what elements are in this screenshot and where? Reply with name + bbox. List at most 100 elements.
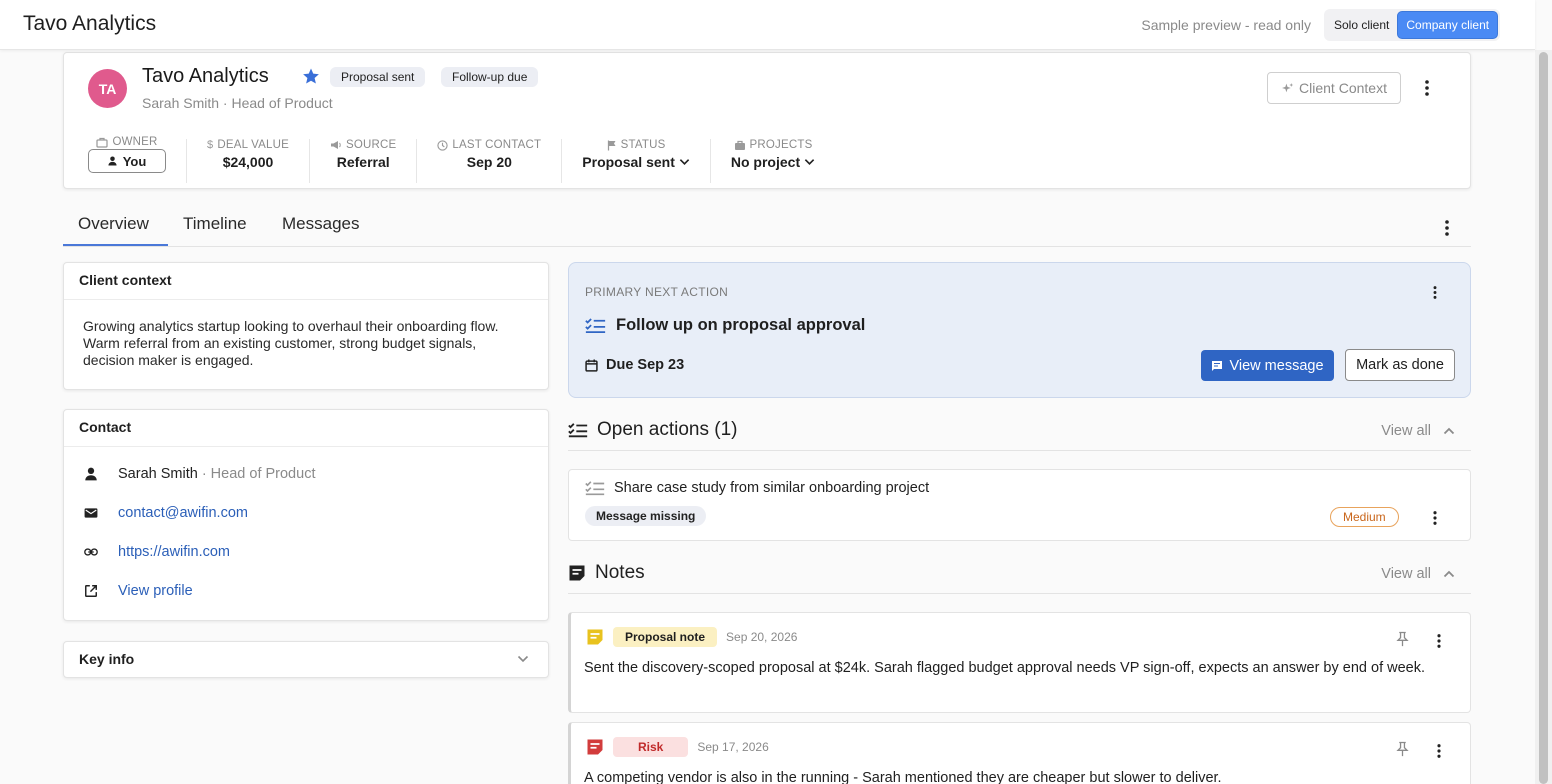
note-icon [586,738,604,756]
company-client-option[interactable]: Company client [1397,11,1499,39]
projects-dropdown[interactable]: No project [731,154,815,170]
view-profile-link[interactable]: View profile [118,583,193,599]
stat-last-contact: Last contact Sep 20 [417,139,563,183]
status-value: Proposal sent [582,154,675,170]
checklist-icon [585,317,606,334]
tab-overview[interactable]: Overview [78,214,149,234]
note-tag: Proposal note [613,627,718,647]
note-head: Proposal note Sep 20, 2026 [586,627,797,647]
tab-messages[interactable]: Messages [282,214,359,234]
stat-owner: Owner You [88,136,187,183]
note-more-icon[interactable] [1429,629,1449,653]
client-context-text: Growing analytics startup looking to ove… [83,318,499,368]
person-icon [84,467,98,481]
preview-mode-text: Sample preview - read only [1141,17,1311,33]
owner-value: You [122,153,147,169]
flag-icon [607,140,617,151]
notes-header: Notes View all [568,556,1471,594]
status-chip-proposal-sent: Proposal sent [330,67,426,87]
star-icon[interactable] [302,67,320,85]
pin-icon[interactable] [1396,631,1409,647]
client-stats: Owner You $ Deal value $24,000 Source Re… [88,136,835,183]
megaphone-icon [330,140,342,150]
open-actions-view-all[interactable]: View all [1381,423,1431,439]
key-info-card[interactable]: Key info [63,641,549,678]
note-date: Sep 20, 2026 [726,630,798,644]
mail-icon [84,507,98,519]
due-date: Due Sep 23 [606,357,685,373]
header-more-icon[interactable] [1417,76,1437,100]
primary-next-action-card: PRIMARY NEXT ACTION Follow up on proposa… [568,262,1471,398]
open-actions-view-all-row: View all [1381,423,1455,439]
checklist-icon [568,422,588,438]
pin-icon[interactable] [1396,741,1409,757]
chevron-down-icon [804,158,815,166]
contact-name-row: Sarah Smith · Head of Product [84,466,315,482]
note-card[interactable]: Proposal note Sep 20, 2026 Sent the disc… [568,612,1471,713]
stat-deal-value-label: Deal value [217,139,289,151]
note-text: A competing vendor is also in the runnin… [584,770,1222,784]
chevron-up-icon[interactable] [1443,570,1455,578]
chevron-up-icon[interactable] [1443,427,1455,435]
contact-name: Sarah Smith [118,466,198,482]
tabs-more-icon[interactable] [1437,216,1457,240]
open-actions-title: Open actions (1) [597,419,738,440]
priority-badge: Medium [1330,507,1399,527]
link-icon [84,547,98,557]
message-icon [1211,360,1223,372]
next-action-overline: PRIMARY NEXT ACTION [585,285,729,299]
client-context-button[interactable]: Client Context [1267,72,1401,104]
chevron-down-icon[interactable] [517,655,529,663]
dollar-icon: $ [207,139,214,151]
client-context-label: Client Context [1299,80,1387,96]
stat-source: Source Referral [310,139,418,183]
open-actions-title-row: Open actions (1) [568,419,737,441]
client-header-card: TA Tavo Analytics Proposal sent Follow-u… [63,52,1471,189]
note-icon [568,564,586,582]
next-action-due-row: Due Sep 23 [585,357,684,373]
tab-timeline[interactable]: Timeline [183,214,247,234]
contact-email-link[interactable]: contact@awifin.com [118,505,248,521]
sparkle-icon [1281,82,1294,95]
stat-projects-label: Projects [749,139,813,151]
note-tag: Risk [613,737,689,757]
briefcase-icon [734,140,746,151]
key-info-title: Key info [79,651,135,667]
stat-projects: Projects No project [711,139,835,183]
next-action-title-row: Follow up on proposal approval [585,316,865,335]
note-text: Sent the discovery-scoped proposal at $2… [584,660,1425,676]
page-scrollbar[interactable] [1535,50,1552,784]
contact-role: · Head of Product [197,466,316,482]
next-action-more-icon[interactable] [1425,280,1445,304]
mark-as-done-button[interactable]: Mark as done [1345,349,1455,381]
notes-view-all[interactable]: View all [1381,566,1431,582]
source-value: Referral [336,154,390,170]
card-divider [64,446,548,447]
stat-status: Status Proposal sent [562,139,711,183]
contact-title: Contact [79,419,132,435]
deal-value: $24,000 [222,154,274,170]
stat-last-contact-label: Last contact [452,139,542,151]
last-contact-value: Sep 20 [466,154,512,170]
open-action-more-icon[interactable] [1425,506,1445,530]
note-more-icon[interactable] [1429,739,1449,763]
app-title: Tavo Analytics [23,12,157,35]
note-card[interactable]: Risk Sep 17, 2026 A competing vendor is … [568,722,1471,784]
view-message-button[interactable]: View message [1201,350,1334,381]
stat-status-label: Status [620,139,666,151]
open-action-item[interactable]: Share case study from similar onboarding… [568,469,1471,541]
notes-title-row: Notes [568,562,645,584]
open-action-title-row: Share case study from similar onboarding… [585,480,929,496]
contact-website-link[interactable]: https://awifin.com [118,544,230,560]
stat-deal-value: $ Deal value $24,000 [187,139,310,183]
client-name: Tavo Analytics [142,65,269,87]
client-subtitle: Sarah Smith · Head of Product [142,95,333,111]
open-action-title: Share case study from similar onboarding… [614,480,930,496]
message-missing-badge: Message missing [585,506,707,526]
owner-selector[interactable]: You [88,149,166,173]
solo-client-option[interactable]: Solo client [1326,12,1397,38]
projects-value: No project [730,154,801,170]
scrollbar-thumb[interactable] [1539,52,1548,784]
status-dropdown[interactable]: Proposal sent [582,154,690,170]
calendar-icon [585,359,598,372]
